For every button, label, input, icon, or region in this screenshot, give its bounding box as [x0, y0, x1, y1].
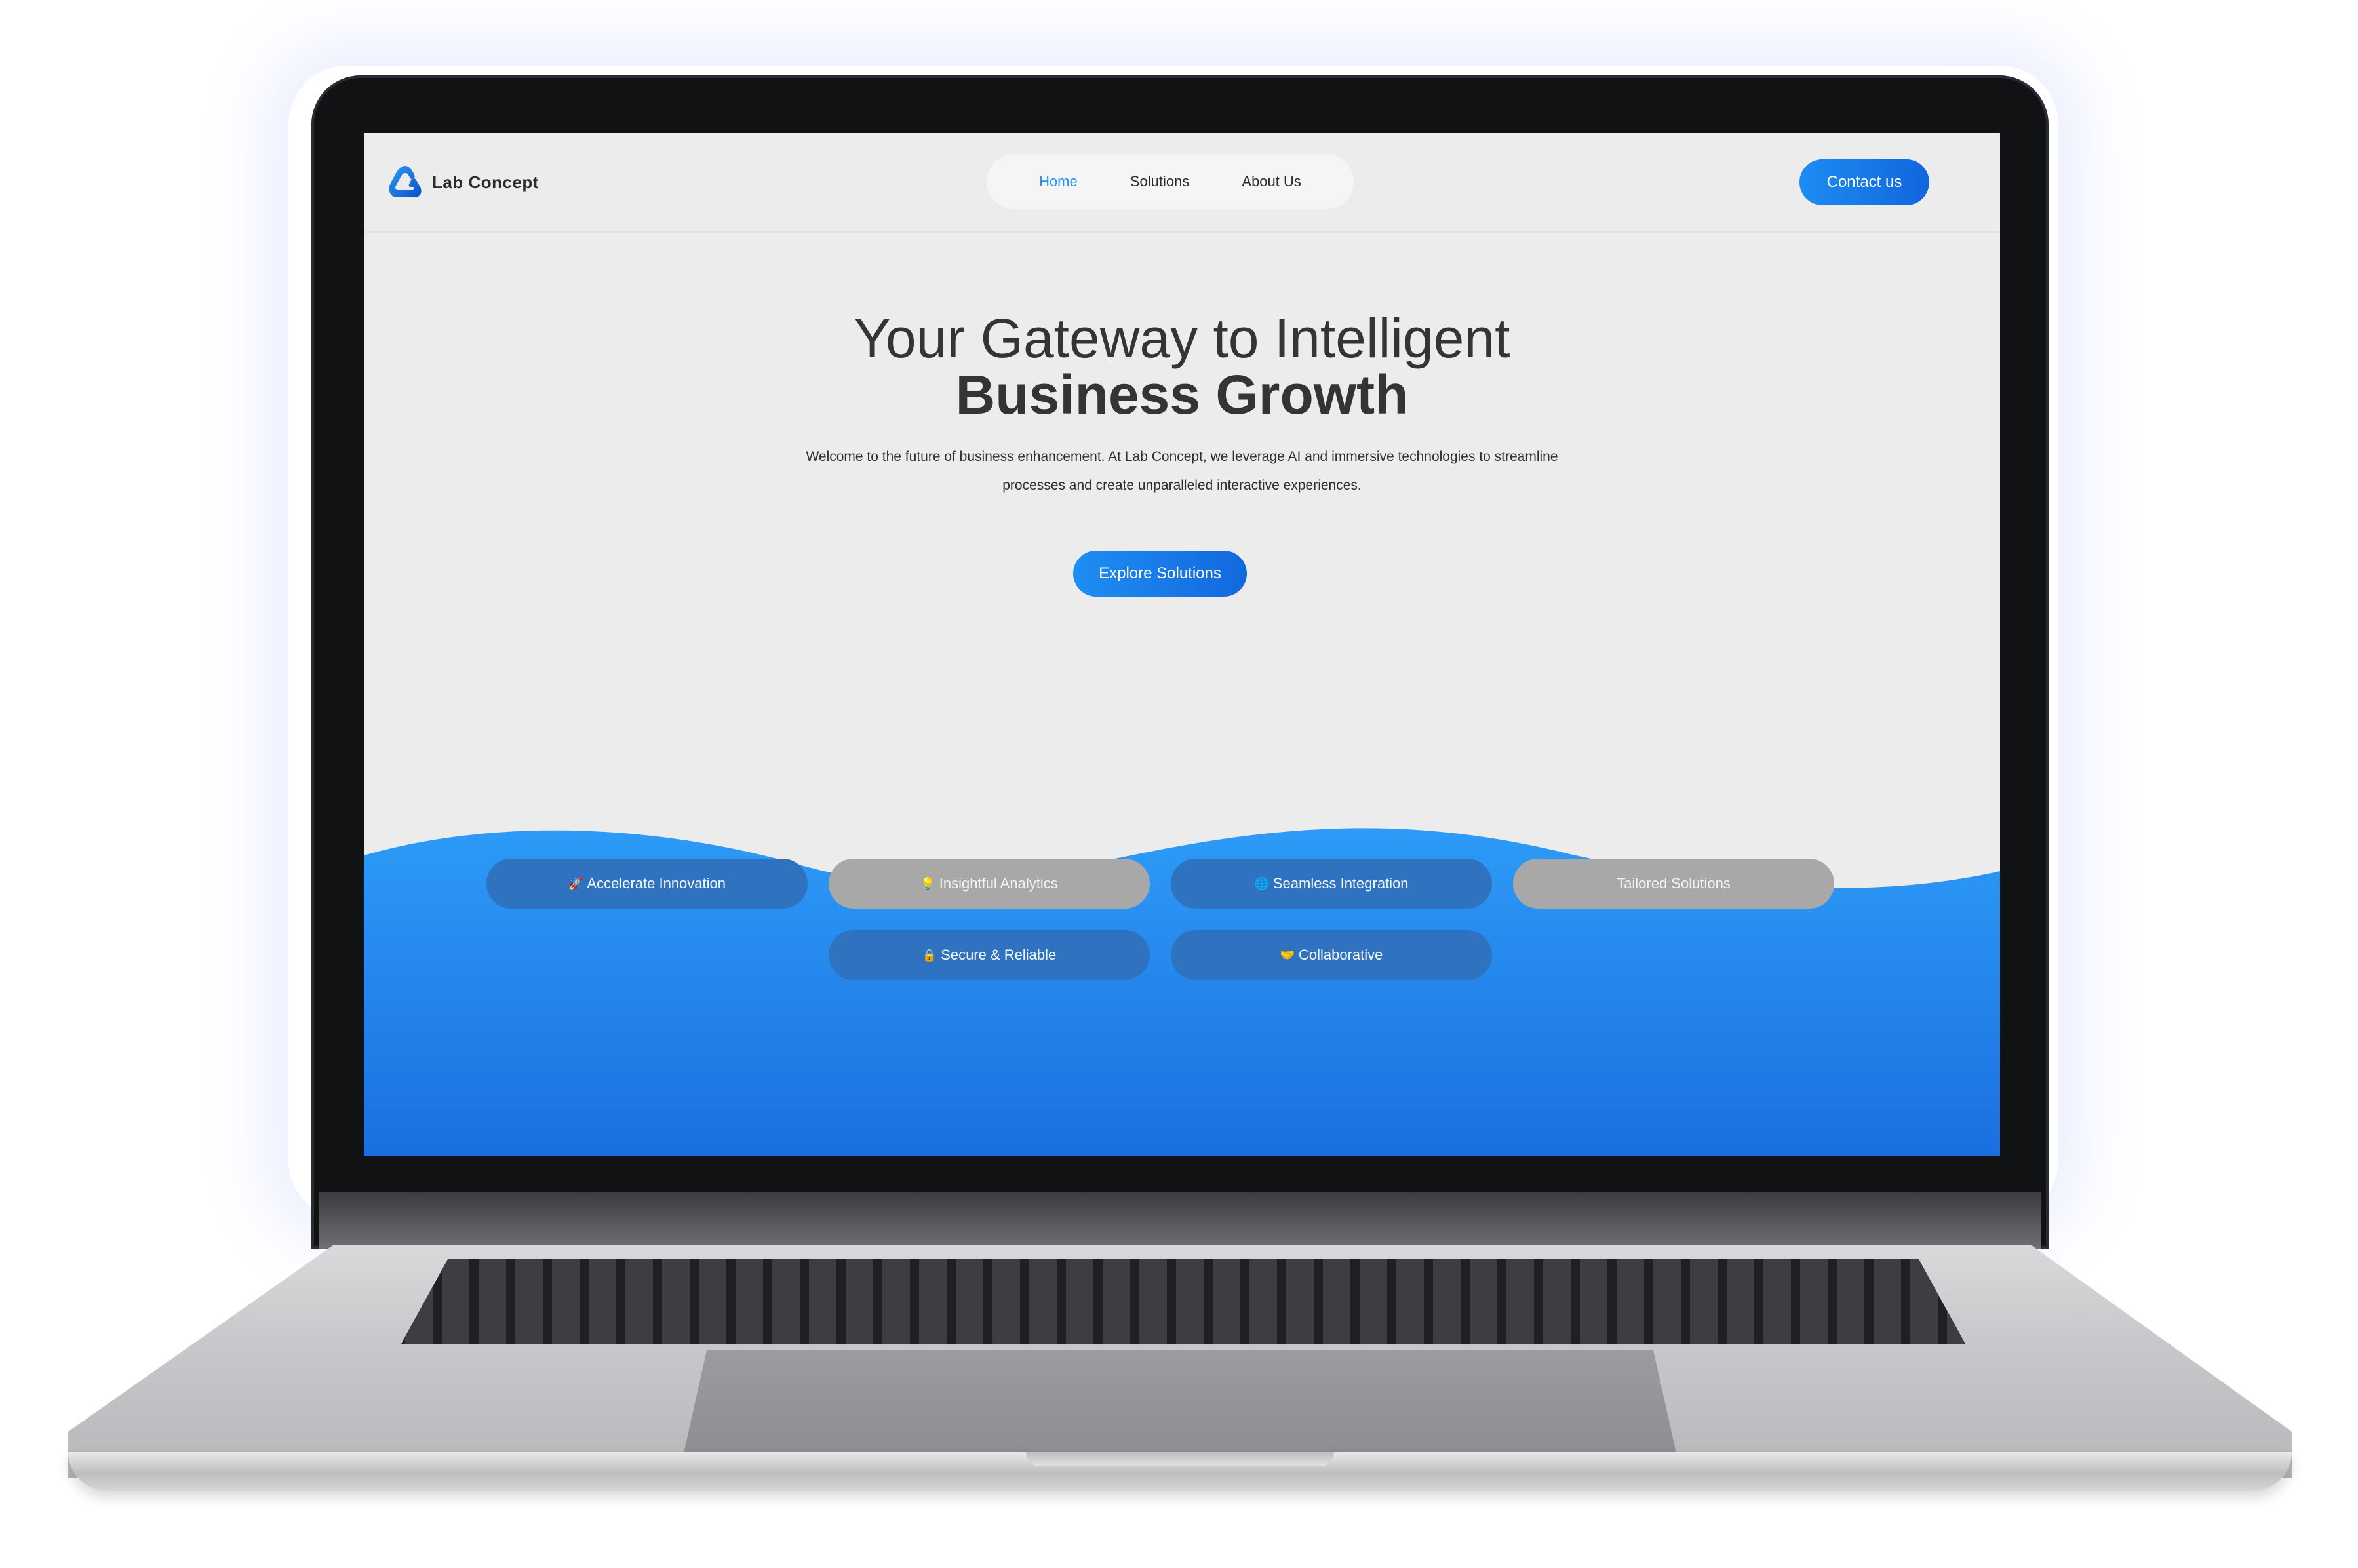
- feature-label: Insightful Analytics: [939, 875, 1058, 892]
- brand[interactable]: Lab Concept: [386, 163, 539, 202]
- feature-label: Accelerate Innovation: [587, 875, 726, 892]
- nav-link-home[interactable]: Home: [1039, 173, 1078, 190]
- laptop-notch: [1026, 1452, 1334, 1466]
- brand-name: Lab Concept: [432, 172, 539, 192]
- top-navbar: Lab Concept Home Solutions About Us Cont…: [364, 133, 2000, 233]
- feature-label: Collaborative: [1299, 947, 1383, 963]
- contact-us-button[interactable]: Contact us: [1799, 159, 1929, 205]
- laptop-hinge: [319, 1192, 2041, 1249]
- explore-solutions-button[interactable]: Explore Solutions: [1073, 551, 1247, 597]
- rocket-icon: 🚀: [568, 876, 583, 890]
- feature-collaborative[interactable]: 🤝 Collaborative: [1171, 930, 1492, 980]
- hero-title: Your Gateway to Intelligent Business Gro…: [364, 310, 2000, 423]
- laptop-trackpad: [682, 1350, 1678, 1462]
- hero-title-line1: Your Gateway to Intelligent: [854, 307, 1510, 369]
- nav-link-solutions[interactable]: Solutions: [1130, 173, 1190, 190]
- feature-label: Secure & Reliable: [941, 947, 1057, 963]
- handshake-icon: 🤝: [1280, 948, 1295, 962]
- feature-label: Tailored Solutions: [1617, 875, 1731, 892]
- feature-secure-reliable[interactable]: 🔒 Secure & Reliable: [829, 930, 1150, 980]
- laptop-keyboard: [401, 1259, 1965, 1344]
- lightbulb-icon: 💡: [920, 876, 935, 890]
- feature-seamless-integration[interactable]: 🌐 Seamless Integration: [1171, 859, 1492, 909]
- feature-tailored-solutions[interactable]: Tailored Solutions: [1513, 859, 1834, 909]
- lab-concept-logo-icon: [389, 166, 422, 197]
- feature-insightful-analytics[interactable]: 💡 Insightful Analytics: [829, 859, 1150, 909]
- globe-icon: 🌐: [1254, 876, 1269, 890]
- feature-accelerate-innovation[interactable]: 🚀 Accelerate Innovation: [486, 859, 808, 909]
- hero-subtitle-line1: Welcome to the future of business enhanc…: [806, 449, 1558, 464]
- feature-label: Seamless Integration: [1272, 875, 1409, 892]
- website-screen: Lab Concept Home Solutions About Us Cont…: [364, 133, 2000, 1156]
- hero-subtitle-line2: processes and create unparalleled intera…: [1002, 478, 1362, 493]
- hero-title-line2: Business Growth: [955, 364, 1409, 425]
- lock-icon: 🔒: [922, 948, 937, 962]
- nav-menu: Home Solutions About Us: [987, 154, 1354, 209]
- hero-subtitle: Welcome to the future of business enhanc…: [705, 442, 1659, 500]
- nav-link-about-us[interactable]: About Us: [1242, 173, 1301, 190]
